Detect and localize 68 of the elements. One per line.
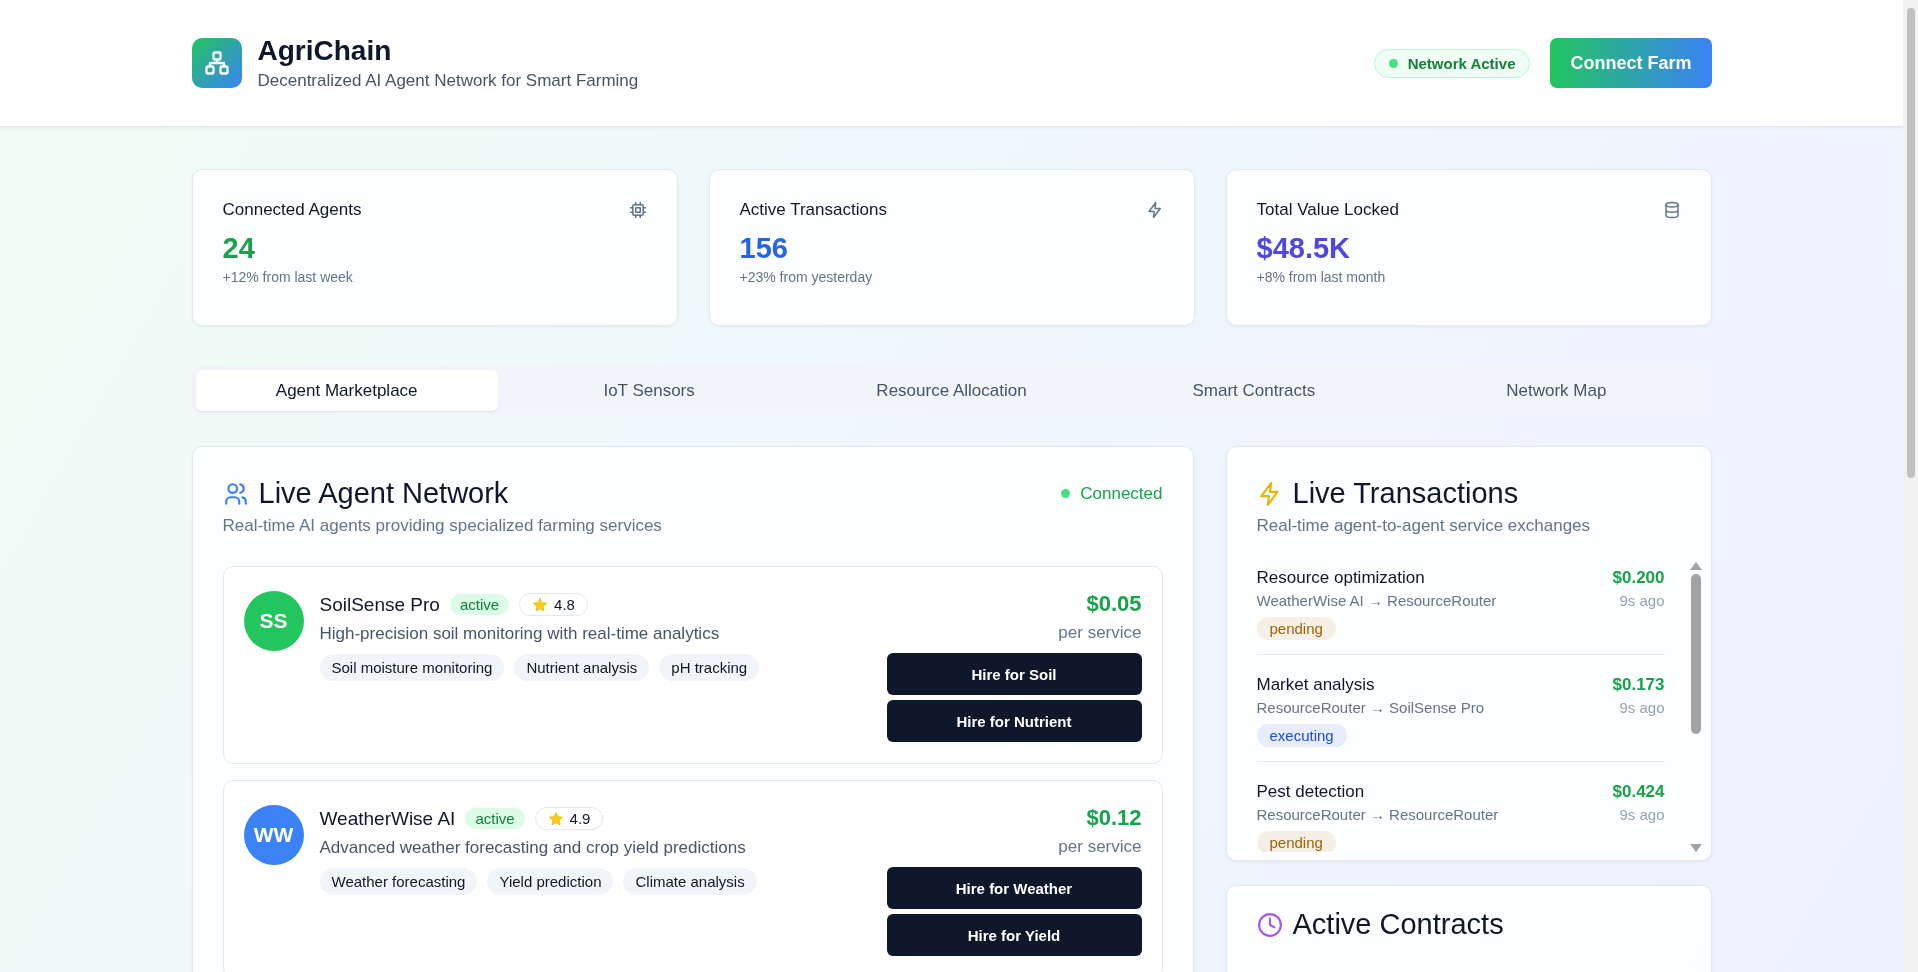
tab[interactable]: Network Map	[1405, 370, 1708, 411]
panel-title: Live Agent Network	[258, 477, 509, 510]
panel-title: Live Transactions	[1292, 477, 1519, 510]
hire-button[interactable]: Hire for Soil	[886, 653, 1142, 695]
tab[interactable]: Smart Contracts	[1102, 370, 1406, 411]
tab[interactable]: Resource Allocation	[800, 370, 1103, 411]
transaction-time: 9s ago	[1618, 592, 1665, 609]
transaction-route: ResourceRouter → SoilSense Pro	[1256, 699, 1485, 716]
agent-description: High-precision soil monitoring with real-time analytics	[319, 624, 721, 644]
stat-label: Active Transactions	[739, 200, 887, 220]
status-badge: active	[465, 808, 525, 829]
scrollbar[interactable]	[1688, 562, 1703, 852]
logo-icon	[191, 38, 242, 88]
network-status-badge: Network Active	[1373, 48, 1531, 78]
panel-subtitle: Real-time agent-to-agent service exchanges	[1256, 516, 1592, 536]
capability-tag: Yield prediction	[487, 868, 614, 895]
transaction-route: ResourceRouter → ResourceRouter	[1256, 806, 1499, 823]
tab[interactable]: Agent Marketplace	[195, 370, 498, 411]
stat-label: Total Value Locked	[1256, 200, 1399, 220]
status-badge: active	[449, 594, 510, 615]
app-subtitle: Decentralized AI Agent Network for Smart Farming	[257, 71, 639, 91]
transaction-service: Market analysis	[1256, 675, 1376, 695]
stat-change: +23% from yesterday	[739, 269, 874, 285]
agent-avatar: SS	[243, 591, 304, 651]
capability-tag: pH tracking	[659, 654, 760, 681]
capability-tag: Climate analysis	[623, 868, 757, 895]
connection-status: Connected	[1061, 483, 1163, 504]
transaction-time: 9s ago	[1618, 699, 1665, 716]
transaction-service: Resource optimization	[1256, 568, 1426, 588]
stat-value: 156	[739, 232, 789, 265]
price-unit: per service	[1058, 623, 1142, 643]
transaction-route: WeatherWise AI → ResourceRouter	[1256, 592, 1497, 609]
lightning-icon	[1145, 201, 1164, 219]
app-title: AgriChain	[257, 35, 393, 67]
users-icon	[222, 480, 249, 507]
agent-avatar: WW	[243, 805, 304, 865]
panel-subtitle: Real-time AI agents providing specialized farming services	[222, 516, 663, 536]
stat-label: Connected Agents	[222, 200, 362, 220]
tab[interactable]: IoT Sensors	[497, 370, 801, 411]
agent-price: $0.12	[1086, 805, 1142, 831]
stat-change: +12% from last week	[222, 269, 354, 285]
agent-description: Advanced weather forecasting and crop yield predictions	[319, 838, 747, 858]
capability-tag: Weather forecasting	[319, 868, 478, 895]
capability-tag: Nutrient analysis	[514, 654, 650, 681]
transaction-status: pending	[1256, 617, 1336, 640]
chip-icon	[628, 201, 647, 219]
hire-button[interactable]: Hire for Nutrient	[886, 700, 1142, 742]
transaction-status: pending	[1256, 831, 1336, 852]
panel-title: Active Contracts	[1292, 908, 1504, 941]
hire-button[interactable]: Hire for Yield	[886, 914, 1142, 956]
price-unit: per service	[1058, 837, 1142, 857]
page-scrollbar[interactable]	[1903, 0, 1918, 972]
transaction-time: 9s ago	[1618, 806, 1665, 823]
transaction-amount: $0.424	[1612, 782, 1665, 802]
capability-tag: Soil moisture monitoring	[319, 654, 505, 681]
transaction-service: Pest detection	[1256, 782, 1366, 802]
stat-value: $48.5K	[1256, 232, 1351, 265]
hire-button[interactable]: Hire for Weather	[886, 867, 1142, 909]
stat-change: +8% from last month	[1256, 269, 1387, 285]
transaction-status: executing	[1256, 724, 1347, 747]
clock-icon	[1256, 911, 1283, 938]
agent-name: WeatherWise AI	[319, 807, 456, 830]
transaction-amount: $0.200	[1612, 568, 1665, 588]
stat-value: 24	[222, 232, 256, 265]
database-icon	[1662, 201, 1681, 219]
agent-price: $0.05	[1086, 591, 1142, 617]
agent-name: SoilSense Pro	[319, 593, 440, 616]
transaction-amount: $0.173	[1612, 675, 1665, 695]
